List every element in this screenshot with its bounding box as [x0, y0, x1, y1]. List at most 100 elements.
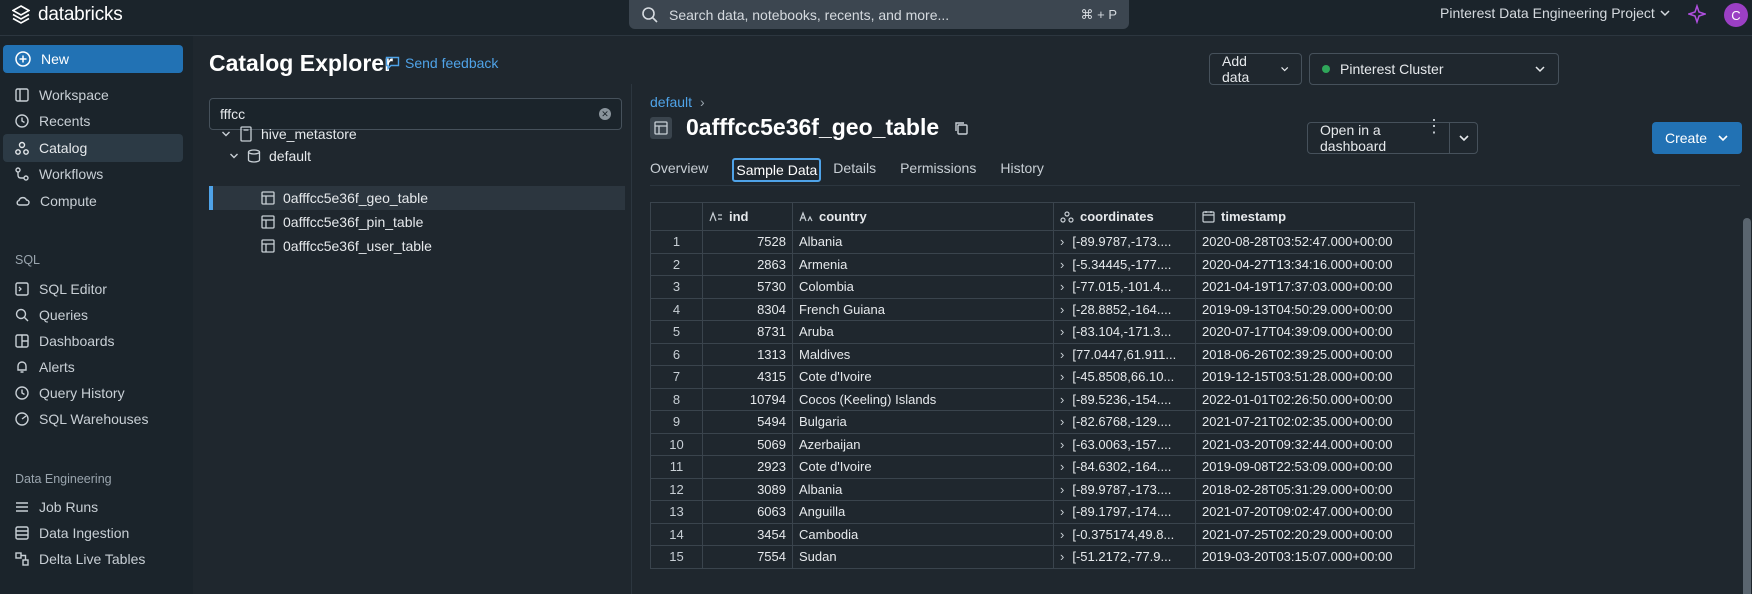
cluster-selector[interactable]: Pinterest Cluster [1309, 53, 1559, 85]
tree-node-metastore[interactable]: hive_metastore [221, 122, 357, 146]
coordinates-cell[interactable]: › [-89.9787,-173.... [1053, 230, 1196, 254]
row-number-cell[interactable]: 14 [650, 522, 703, 546]
sidebar-item-recents[interactable]: Recents [3, 107, 183, 135]
row-number-cell[interactable]: 13 [650, 500, 703, 524]
timestamp-cell[interactable]: 2019-12-15T03:51:28.000+00:00 [1195, 365, 1415, 389]
ind-cell[interactable]: 3454 [702, 522, 793, 546]
table-row[interactable]: 12 3089 Albania › [-89.9787,-173.... 2018-02-… [650, 477, 1415, 501]
timestamp-cell[interactable]: 2022-01-01T02:26:50.000+00:00 [1195, 387, 1415, 411]
column-header-coordinates[interactable]: coordinates [1053, 202, 1196, 231]
sidebar-item-queries[interactable]: Queries [3, 301, 183, 329]
timestamp-cell[interactable]: 2019-09-13T04:50:29.000+00:00 [1195, 297, 1415, 321]
add-data-button[interactable]: Add data [1209, 53, 1302, 85]
ind-cell[interactable]: 3089 [702, 477, 793, 501]
expand-chevron-icon[interactable]: › [1060, 234, 1064, 249]
country-cell[interactable]: Colombia [792, 275, 1054, 299]
coordinates-cell[interactable]: › [-77.015,-101.4... [1053, 275, 1196, 299]
timestamp-cell[interactable]: 2019-03-20T03:15:07.000+00:00 [1195, 545, 1415, 569]
timestamp-cell[interactable]: 2021-07-21T02:02:35.000+00:00 [1195, 410, 1415, 434]
pane-divider[interactable] [631, 84, 632, 594]
send-feedback-link[interactable]: Send feedback [385, 55, 498, 71]
coordinates-cell[interactable]: › [-89.1797,-174.... [1053, 500, 1196, 524]
expand-chevron-icon[interactable]: › [1060, 414, 1064, 429]
column-header-ind[interactable]: ind [702, 202, 793, 231]
country-cell[interactable]: French Guiana [792, 297, 1054, 321]
table-row[interactable]: 13 6063 Anguilla › [-89.1797,-174.... 2021-07… [650, 500, 1415, 524]
coordinates-cell[interactable]: › [-89.5236,-154.... [1053, 387, 1196, 411]
sidebar-item-delta-live-tables[interactable]: Delta Live Tables [3, 545, 183, 573]
country-cell[interactable]: Cote d'Ivoire [792, 365, 1054, 389]
expand-chevron-icon[interactable]: › [1060, 504, 1064, 519]
sidebar-item-workflows[interactable]: Workflows [3, 160, 183, 188]
ind-cell[interactable]: 7554 [702, 545, 793, 569]
timestamp-cell[interactable]: 2020-04-27T13:34:16.000+00:00 [1195, 252, 1415, 276]
row-number-cell[interactable]: 7 [650, 365, 703, 389]
table-row[interactable]: 9 5494 Bulgaria › [-82.6768,-129.... 2021-07-… [650, 410, 1415, 434]
open-dashboard-dropdown[interactable] [1449, 123, 1477, 153]
timestamp-cell[interactable]: 2021-07-25T02:20:29.000+00:00 [1195, 522, 1415, 546]
expand-chevron-icon[interactable]: › [1060, 459, 1064, 474]
expand-chevron-icon[interactable]: › [1060, 279, 1064, 294]
timestamp-cell[interactable]: 2021-03-20T09:32:44.000+00:00 [1195, 432, 1415, 456]
tab-permissions[interactable]: Permissions [900, 158, 988, 186]
country-cell[interactable]: Cambodia [792, 522, 1054, 546]
table-row[interactable]: 5 8731 Aruba › [-83.104,-171.3... 2020-07-17T… [650, 320, 1415, 344]
country-cell[interactable]: Cocos (Keeling) Islands [792, 387, 1054, 411]
sidebar-item-sql-warehouses[interactable]: SQL Warehouses [3, 405, 183, 433]
expand-chevron-icon[interactable]: › [1060, 369, 1064, 384]
tree-node-table-pin[interactable]: 0afffcc5e36f_pin_table [261, 210, 423, 234]
expand-chevron-icon[interactable]: › [1060, 302, 1064, 317]
tree-node-table-user[interactable]: 0afffcc5e36f_user_table [261, 234, 432, 258]
timestamp-cell[interactable]: 2021-07-20T09:02:47.000+00:00 [1195, 500, 1415, 524]
expand-chevron-icon[interactable]: › [1060, 482, 1064, 497]
country-cell[interactable]: Sudan [792, 545, 1054, 569]
tab-sample-data[interactable]: Sample Data [732, 158, 822, 182]
coordinates-cell[interactable]: › [-51.2172,-77.9... [1053, 545, 1196, 569]
ind-cell[interactable]: 8304 [702, 297, 793, 321]
expand-chevron-icon[interactable]: › [1060, 392, 1064, 407]
table-row[interactable]: 1 7528 Albania › [-89.9787,-173.... 2020-08-2… [650, 230, 1415, 254]
country-cell[interactable]: Albania [792, 230, 1054, 254]
expand-chevron-icon[interactable]: › [1060, 549, 1064, 564]
sidebar-item-sql-editor[interactable]: SQL Editor [3, 275, 183, 303]
sidebar-item-job-runs[interactable]: Job Runs [3, 493, 183, 521]
column-header-timestamp[interactable]: timestamp [1195, 202, 1415, 231]
coordinates-cell[interactable]: › [-84.6302,-164.... [1053, 455, 1196, 479]
table-row[interactable]: 3 5730 Colombia › [-77.015,-101.4... 2021-04-… [650, 275, 1415, 299]
ind-cell[interactable]: 7528 [702, 230, 793, 254]
table-row[interactable]: 2 2863 Armenia › [-5.34445,-177.... 2020-04-2… [650, 252, 1415, 276]
ind-cell[interactable]: 5069 [702, 432, 793, 456]
coordinates-cell[interactable]: › [77.0447,61.911... [1053, 342, 1196, 366]
table-row[interactable]: 7 4315 Cote d'Ivoire › [-45.8508,66.10... 201… [650, 365, 1415, 389]
ind-cell[interactable]: 1313 [702, 342, 793, 366]
table-row[interactable]: 14 3454 Cambodia › [-0.375174,49.8... 2021-07… [650, 522, 1415, 546]
row-number-cell[interactable]: 11 [650, 455, 703, 479]
row-number-cell[interactable]: 1 [650, 230, 703, 254]
assistant-sparkle-icon[interactable] [1688, 4, 1706, 24]
row-number-cell[interactable]: 2 [650, 252, 703, 276]
table-scrollbar[interactable] [1743, 218, 1751, 594]
expand-chevron-icon[interactable]: › [1060, 527, 1064, 542]
ind-cell[interactable]: 4315 [702, 365, 793, 389]
timestamp-cell[interactable]: 2020-07-17T04:39:09.000+00:00 [1195, 320, 1415, 344]
row-number-cell[interactable]: 6 [650, 342, 703, 366]
row-number-cell[interactable]: 8 [650, 387, 703, 411]
breadcrumb-link[interactable]: default [650, 94, 692, 110]
timestamp-cell[interactable]: 2020-08-28T03:52:47.000+00:00 [1195, 230, 1415, 254]
workspace-switcher[interactable]: Pinterest Data Engineering Project [1440, 5, 1671, 21]
table-row[interactable]: 10 5069 Azerbaijan › [-63.0063,-157.... 2021-… [650, 432, 1415, 456]
country-cell[interactable]: Cote d'Ivoire [792, 455, 1054, 479]
row-number-cell[interactable]: 12 [650, 477, 703, 501]
new-button[interactable]: New [3, 45, 183, 73]
global-search[interactable]: Search data, notebooks, recents, and mor… [629, 0, 1129, 29]
timestamp-cell[interactable]: 2021-04-19T17:37:03.000+00:00 [1195, 275, 1415, 299]
country-cell[interactable]: Maldives [792, 342, 1054, 366]
expand-chevron-icon[interactable]: › [1060, 257, 1064, 272]
coordinates-cell[interactable]: › [-45.8508,66.10... [1053, 365, 1196, 389]
open-dashboard-button[interactable]: Open in a dashboard [1307, 122, 1478, 154]
row-number-cell[interactable]: 15 [650, 545, 703, 569]
timestamp-cell[interactable]: 2019-09-08T22:53:09.000+00:00 [1195, 455, 1415, 479]
country-cell[interactable]: Azerbaijan [792, 432, 1054, 456]
coordinates-cell[interactable]: › [-5.34445,-177.... [1053, 252, 1196, 276]
expand-chevron-icon[interactable]: › [1060, 324, 1064, 339]
